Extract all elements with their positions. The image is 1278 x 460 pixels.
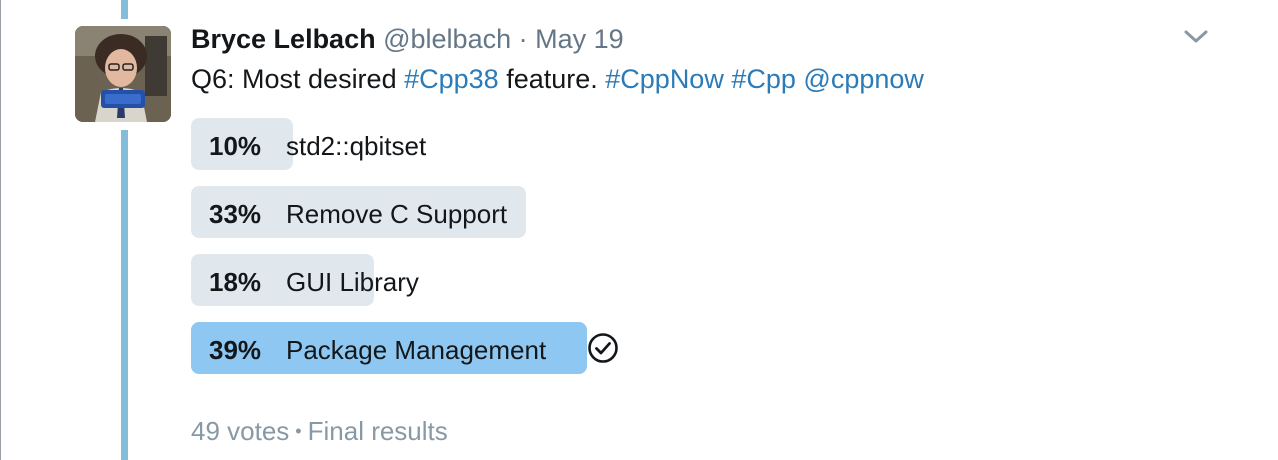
chevron-down-icon[interactable] [1183, 28, 1209, 46]
tweet-text: Q6: Most desired #Cpp38 feature. #CppNow… [191, 62, 924, 96]
thread-line [121, 130, 128, 460]
footer-bullet: • [295, 421, 302, 441]
poll-option-percent: 10% [209, 131, 262, 161]
mention-link[interactable]: @cppnow [803, 64, 923, 94]
poll-option-label: std2::qbitset [286, 131, 427, 161]
tweet-date[interactable]: May 19 [535, 24, 624, 54]
author-name[interactable]: Bryce Lelbach [191, 24, 376, 54]
tweet-text-part: feature. [498, 64, 606, 94]
thread-line-top [121, 0, 128, 19]
avatar[interactable] [75, 26, 171, 122]
author-handle[interactable]: @blelbach [383, 24, 511, 54]
poll-option-label: Remove C Support [286, 199, 508, 229]
poll-option: 18% GUI Library [191, 254, 1091, 306]
poll-option-percent: 39% [209, 335, 262, 365]
poll-option-label: Package Management [286, 335, 547, 365]
poll-option: 33% Remove C Support [191, 186, 1091, 238]
hashtag-link[interactable]: #CppNow [605, 64, 724, 94]
poll: 10% std2::qbitset 33% Remove C Support 1… [191, 118, 1091, 390]
check-circle-icon [588, 333, 618, 363]
window-edge [0, 0, 1, 460]
tweet-text-part: Q6: Most desired [191, 64, 405, 94]
poll-option-label: GUI Library [286, 267, 419, 297]
poll-option-percent: 33% [209, 199, 262, 229]
tweet-header: Bryce Lelbach @blelbach · May 19 [191, 22, 624, 56]
hashtag-link[interactable]: #Cpp38 [404, 64, 499, 94]
poll-option-percent: 18% [209, 267, 262, 297]
poll-status: Final results [307, 416, 448, 446]
poll-option: 10% std2::qbitset [191, 118, 1091, 170]
header-separator: · [518, 24, 528, 54]
poll-option-winner: 39% Package Management [191, 322, 1091, 374]
vote-count: 49 votes [191, 416, 290, 446]
hashtag-link[interactable]: #Cpp [731, 64, 796, 94]
avatar-photo [75, 26, 171, 122]
poll-footer: 49 votes • Final results [191, 414, 448, 448]
